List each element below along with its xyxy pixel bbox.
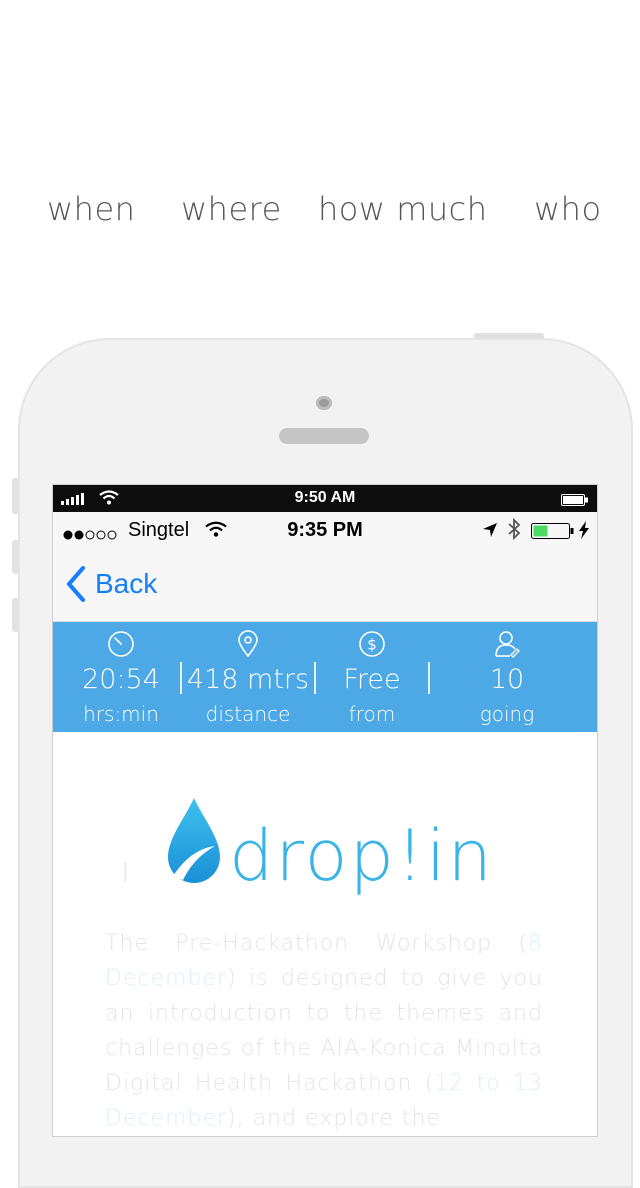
stat-distance: 418 mtrs distance (184, 622, 312, 732)
stats-divider (314, 662, 316, 694)
stat-distance-value: 418 mtrs (186, 664, 310, 695)
dropin-logo: drop!in (165, 796, 494, 891)
stat-attendees-label: going (479, 702, 535, 726)
stat-price-label: from (348, 702, 396, 726)
svg-text:$: $ (367, 636, 377, 654)
battery-icon (561, 493, 589, 511)
back-button[interactable]: Back (65, 566, 157, 602)
location-arrow-icon (482, 521, 498, 544)
headline-who: who (534, 190, 602, 228)
app-status-bar: Singtel 9:35 PM (53, 512, 597, 548)
water-drop-icon (165, 796, 223, 891)
charging-bolt-icon (578, 521, 590, 545)
stat-price-value: Free (343, 664, 401, 695)
faint-quote-icon: ❘ (117, 860, 134, 882)
person-icon (453, 630, 561, 658)
phone-speaker (279, 428, 369, 444)
description-text: The Pre-Hackathon Workshop ( (105, 931, 528, 956)
headline-when: when (47, 190, 136, 228)
headline-how-much: how much (318, 190, 488, 228)
stat-time: 20:54 hrs:min (73, 622, 169, 732)
stat-attendees: 10 going (453, 622, 561, 732)
event-stats-bar: 20:54 hrs:min 418 mtrs distance $ Free f… (53, 622, 597, 732)
chevron-left-icon (65, 566, 87, 602)
stat-price: $ Free from (321, 622, 423, 732)
headline-where: where (181, 190, 282, 228)
event-description: The Pre-Hackathon Workshop (8 December) … (105, 926, 543, 1136)
stats-divider (180, 662, 182, 694)
location-pin-icon (184, 630, 312, 658)
dollar-coin-icon: $ (321, 630, 423, 658)
description-text: ), and explore the (227, 1106, 441, 1131)
stat-attendees-value: 10 (489, 664, 525, 695)
clock-icon (73, 630, 169, 658)
front-camera (316, 396, 332, 410)
device-status-time: 9:50 AM (294, 489, 356, 506)
stat-time-value: 20:54 (82, 664, 160, 695)
stats-divider (428, 662, 430, 694)
bluetooth-icon (507, 517, 521, 546)
event-content: drop!in ❘ The Pre-Hackathon Workshop (8 … (53, 732, 597, 1136)
back-label: Back (95, 568, 158, 599)
device-status-bar: 9:50 AM (53, 485, 597, 512)
stat-distance-label: distance (205, 702, 291, 726)
phone-screen: 9:50 AM Singtel 9:35 PM Back 20:54 hrs:m… (53, 485, 597, 1136)
stat-time-label: hrs:min (83, 702, 159, 726)
logo-text: drop!in (229, 815, 494, 897)
navigation-bar: Back (53, 548, 597, 622)
app-battery-icon (531, 522, 575, 545)
